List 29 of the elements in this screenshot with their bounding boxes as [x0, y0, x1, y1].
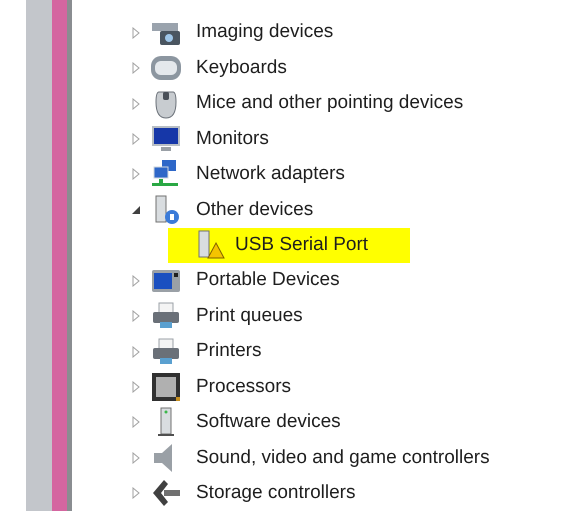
tree-item-label[interactable]: Other devices: [196, 196, 314, 224]
tree-item-label[interactable]: Printers: [196, 337, 262, 366]
tree-item-label[interactable]: USB Serial Port: [235, 230, 368, 260]
collapse-arrow[interactable]: [130, 204, 142, 215]
tree-item-label[interactable]: Monitors: [196, 124, 269, 154]
expand-arrow[interactable]: [130, 274, 142, 287]
expand-arrow[interactable]: [130, 132, 142, 145]
tree-item-label[interactable]: Sound, video and game controllers: [196, 444, 490, 472]
tree-item-label[interactable]: Network adapters: [196, 160, 345, 189]
tree-item-label[interactable]: Keyboards: [196, 54, 287, 82]
highlighted-tree-item[interactable]: USB Serial Port: [168, 228, 410, 263]
tree-item-label[interactable]: Mice and other pointing devices: [196, 89, 464, 118]
tree-item-label[interactable]: Imaging devices: [196, 18, 334, 47]
expand-arrow[interactable]: [130, 416, 142, 428]
expand-arrow[interactable]: [130, 346, 142, 358]
tree-item-label[interactable]: Software devices: [196, 408, 341, 437]
expand-arrow[interactable]: [130, 380, 142, 393]
expand-arrow[interactable]: [130, 168, 142, 180]
tree-item-label[interactable]: Portable Devices: [196, 266, 340, 295]
chip-icon: [150, 370, 182, 403]
tree-item-label[interactable]: Storage controllers: [196, 478, 356, 508]
expand-arrow[interactable]: [130, 310, 142, 322]
expand-arrow[interactable]: [130, 26, 142, 39]
expand-arrow[interactable]: [130, 62, 142, 74]
tree-item-label[interactable]: Print queues: [196, 302, 303, 330]
expand-arrow[interactable]: [130, 452, 142, 464]
expand-arrow[interactable]: [130, 98, 142, 110]
expand-arrow[interactable]: [130, 487, 142, 500]
tree-item-label[interactable]: Processors: [196, 372, 292, 402]
